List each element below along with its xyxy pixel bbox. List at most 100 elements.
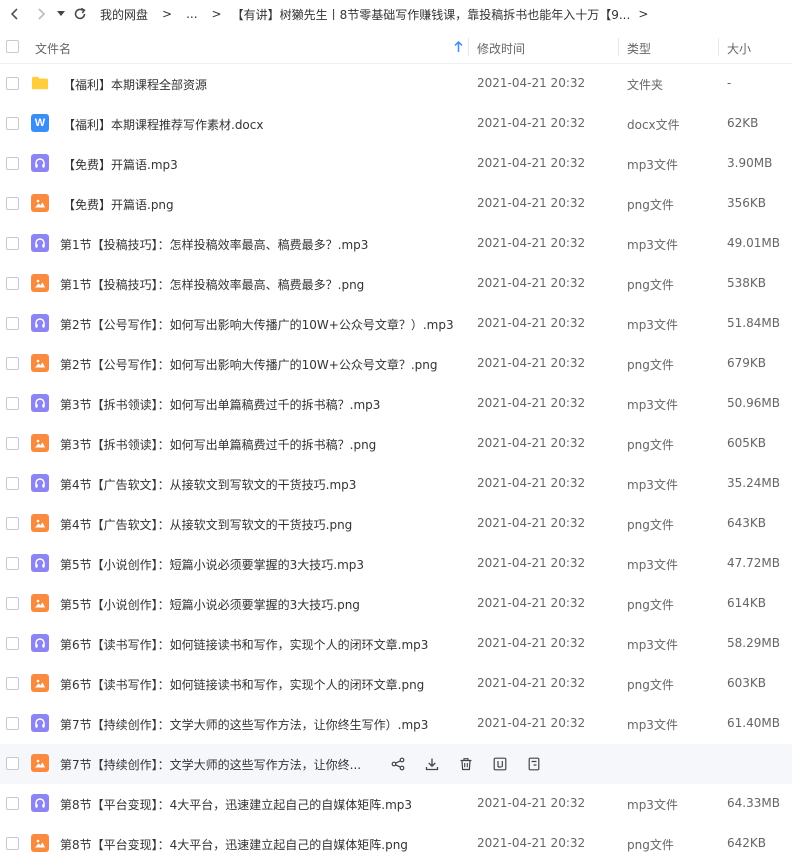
file-type: png文件 <box>627 678 674 692</box>
file-row[interactable]: 【免费】开篇语.png 2021-04-21 20:32 png文件 356KB <box>0 184 792 224</box>
file-row[interactable]: 第2节【公号写作】：如何写出影响大传播广的10W+公众号文章？.png 2021-… <box>0 344 792 384</box>
file-name[interactable]: 第8节【平台变现】：4大平台，迅速建立起自己的自媒体矩阵.png <box>60 836 408 853</box>
file-name[interactable]: 【免费】开篇语.png <box>63 196 174 213</box>
file-row[interactable]: 第8节【平台变现】：4大平台，迅速建立起自己的自媒体矩阵.png 2021-04-… <box>0 824 792 861</box>
file-name[interactable]: 【福利】本期课程推荐写作素材.docx <box>63 116 263 133</box>
file-name[interactable]: 第3节【拆书领读】：如何写出单篇稿费过千的拆书稿？.mp3 <box>60 396 380 413</box>
image-file-icon <box>31 674 49 692</box>
file-row[interactable]: 【免费】开篇语.mp3 2021-04-21 20:32 mp3文件 3.90MB <box>0 144 792 184</box>
file-row[interactable]: 第2节【公号写作】：如何写出影响大传播广的10W+公众号文章？）.mp3 2021… <box>0 304 792 344</box>
row-checkbox[interactable] <box>6 277 19 290</box>
file-row[interactable]: 第3节【拆书领读】：如何写出单篇稿费过千的拆书稿？.png 2021-04-21 … <box>0 424 792 464</box>
row-checkbox[interactable] <box>6 797 19 810</box>
file-row[interactable]: 第8节【平台变现】：4大平台，迅速建立起自己的自媒体矩阵.mp3 2021-04-… <box>0 784 792 824</box>
row-checkbox[interactable] <box>6 437 19 450</box>
row-checkbox[interactable] <box>6 637 19 650</box>
file-name[interactable]: 第6节【读书写作】：如何链接读书和写作，实现个人的闭环文章.png <box>60 676 424 693</box>
breadcrumb-root[interactable]: 我的网盘 <box>100 6 148 23</box>
column-divider[interactable] <box>468 38 469 56</box>
file-row[interactable]: 第4节【广告软文】：从接软文到写软文的干货技巧.png 2021-04-21 20… <box>0 504 792 544</box>
audio-file-icon <box>31 794 49 812</box>
row-checkbox[interactable] <box>6 237 19 250</box>
file-name[interactable]: 第5节【小说创作】：短篇小说必须要掌握的3大技巧.png <box>60 596 360 613</box>
row-checkbox[interactable] <box>6 717 19 730</box>
file-name[interactable]: 第7节【持续创作】：文学大师的这些写作方法，让你终生写作）.mp3 <box>60 716 428 733</box>
select-all-checkbox[interactable] <box>6 40 19 53</box>
caret-down-icon <box>57 11 65 16</box>
row-checkbox[interactable] <box>6 117 19 130</box>
file-name[interactable]: 第6节【读书写作】：如何链接读书和写作，实现个人的闭环文章.mp3 <box>60 636 428 653</box>
file-row[interactable]: 第7节【持续创作】：文学大师的这些写作方法，让你终... <box>0 744 792 784</box>
file-row[interactable]: 第5节【小说创作】：短篇小说必须要掌握的3大技巧.mp3 2021-04-21 2… <box>0 544 792 584</box>
column-header-type[interactable]: 类型 <box>627 40 651 57</box>
file-modified-time: 2021-04-21 20:32 <box>477 476 586 490</box>
file-row[interactable]: 第6节【读书写作】：如何链接读书和写作，实现个人的闭环文章.mp3 2021-04… <box>0 624 792 664</box>
history-dropdown-button[interactable] <box>54 0 68 28</box>
file-name[interactable]: 第7节【持续创作】：文学大师的这些写作方法，让你终... <box>60 756 361 773</box>
file-size: 603KB <box>727 676 767 690</box>
breadcrumb-ellipsis[interactable]: ... <box>186 7 197 21</box>
row-checkbox[interactable] <box>6 757 19 770</box>
file-row[interactable]: W 【福利】本期课程推荐写作素材.docx 2021-04-21 20:32 docx… <box>0 104 792 144</box>
column-header-name[interactable]: 文件名 <box>35 40 71 57</box>
file-name[interactable]: 第1节【投稿技巧】：怎样投稿效率最高、稿费最多？.png <box>60 276 364 293</box>
file-row[interactable]: 第3节【拆书领读】：如何写出单篇稿费过千的拆书稿？.mp3 2021-04-21 … <box>0 384 792 424</box>
file-row[interactable]: 第1节【投稿技巧】：怎样投稿效率最高、稿费最多？.png 2021-04-21 2… <box>0 264 792 304</box>
breadcrumb-current[interactable]: 【有讲】树獭先生丨8节零基础写作赚钱课，靠投稿拆书也能年入十万【9... <box>232 6 631 23</box>
file-row[interactable]: 第6节【读书写作】：如何链接读书和写作，实现个人的闭环文章.png 2021-04… <box>0 664 792 704</box>
chevron-left-icon <box>10 8 18 20</box>
row-checkbox[interactable] <box>6 317 19 330</box>
row-actions <box>389 755 559 773</box>
row-checkbox[interactable] <box>6 477 19 490</box>
file-type: mp3文件 <box>627 638 678 652</box>
file-name[interactable]: 第2节【公号写作】：如何写出影响大传播广的10W+公众号文章？）.mp3 <box>60 316 454 333</box>
column-header-size[interactable]: 大小 <box>727 40 751 57</box>
file-name[interactable]: 第8节【平台变现】：4大平台，迅速建立起自己的自媒体矩阵.mp3 <box>60 796 412 813</box>
file-name[interactable]: 【福利】本期课程全部资源 <box>63 76 207 93</box>
audio-file-icon <box>31 474 49 492</box>
delete-icon[interactable] <box>457 755 475 773</box>
file-row[interactable]: 第7节【持续创作】：文学大师的这些写作方法，让你终生写作）.mp3 2021-04… <box>0 704 792 744</box>
row-checkbox[interactable] <box>6 837 19 850</box>
rename-icon[interactable] <box>491 755 509 773</box>
download-icon[interactable] <box>423 755 441 773</box>
file-type: png文件 <box>627 438 674 452</box>
refresh-button[interactable] <box>68 0 92 28</box>
row-checkbox[interactable] <box>6 197 19 210</box>
share-icon[interactable] <box>389 755 407 773</box>
file-size: - <box>727 76 732 90</box>
file-row[interactable]: 第4节【广告软文】：从接软文到写软文的干货技巧.mp3 2021-04-21 20… <box>0 464 792 504</box>
row-checkbox[interactable] <box>6 597 19 610</box>
row-checkbox[interactable] <box>6 397 19 410</box>
file-modified-time: 2021-04-21 20:32 <box>477 796 586 810</box>
file-type: png文件 <box>627 278 674 292</box>
image-file-icon <box>31 834 49 852</box>
audio-file-icon <box>31 314 49 332</box>
forward-button[interactable] <box>28 0 54 28</box>
row-checkbox[interactable] <box>6 357 19 370</box>
column-header-modified[interactable]: 修改时间 <box>477 40 525 57</box>
file-name[interactable]: 第1节【投稿技巧】：怎样投稿效率最高、稿费最多？.mp3 <box>60 236 368 253</box>
file-row[interactable]: 【福利】本期课程全部资源 2021-04-21 20:32 文件夹 - <box>0 64 792 104</box>
file-row[interactable]: 第5节【小说创作】：短篇小说必须要掌握的3大技巧.png 2021-04-21 2… <box>0 584 792 624</box>
audio-file-icon <box>31 394 49 412</box>
row-checkbox[interactable] <box>6 517 19 530</box>
file-modified-time: 2021-04-21 20:32 <box>477 636 586 650</box>
file-row[interactable]: 第1节【投稿技巧】：怎样投稿效率最高、稿费最多？.mp3 2021-04-21 2… <box>0 224 792 264</box>
row-checkbox[interactable] <box>6 157 19 170</box>
file-name[interactable]: 第3节【拆书领读】：如何写出单篇稿费过千的拆书稿？.png <box>60 436 376 453</box>
file-name[interactable]: 第5节【小说创作】：短篇小说必须要掌握的3大技巧.mp3 <box>60 556 364 573</box>
file-name[interactable]: 第4节【广告软文】：从接软文到写软文的干货技巧.mp3 <box>60 476 356 493</box>
row-checkbox[interactable] <box>6 557 19 570</box>
sort-ascending-icon[interactable] <box>454 41 463 53</box>
column-divider[interactable] <box>618 38 619 56</box>
file-name[interactable]: 第2节【公号写作】：如何写出影响大传播广的10W+公众号文章？.png <box>60 356 437 373</box>
row-checkbox[interactable] <box>6 677 19 690</box>
file-name[interactable]: 第4节【广告软文】：从接软文到写软文的干货技巧.png <box>60 516 352 533</box>
more-icon[interactable] <box>525 755 543 773</box>
file-name[interactable]: 【免费】开篇语.mp3 <box>63 156 178 173</box>
refresh-icon <box>74 7 86 20</box>
back-button[interactable] <box>2 0 28 28</box>
row-checkbox[interactable] <box>6 77 19 90</box>
column-divider[interactable] <box>718 38 719 56</box>
